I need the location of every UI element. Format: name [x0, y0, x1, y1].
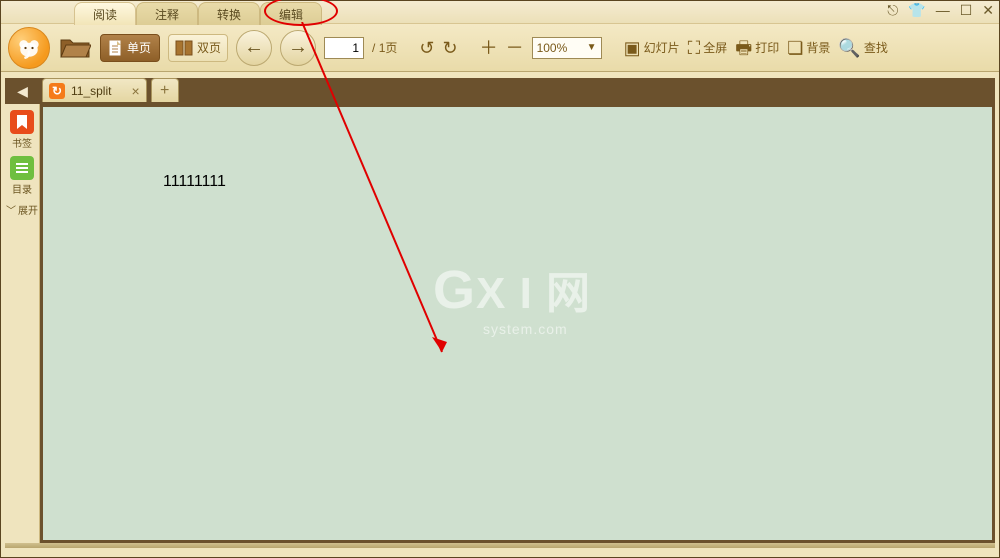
close-icon[interactable]: ✕ [982, 3, 994, 17]
arrow-right-icon: → [288, 36, 308, 59]
watermark: GX I 网 system.com [433, 257, 591, 337]
fullscreen-icon: ⛶ [688, 39, 701, 57]
minimize-icon[interactable]: — [936, 3, 950, 17]
sidebar-expand-label: 展开 [18, 202, 38, 217]
page-icon [109, 40, 123, 56]
file-tab-close-button[interactable]: × [131, 83, 139, 99]
minus-icon: － [506, 39, 524, 57]
prev-page-button[interactable]: ← [236, 30, 272, 66]
fullscreen-button[interactable]: ⛶ 全屏 [688, 39, 728, 57]
double-page-button[interactable]: 双页 [168, 34, 228, 62]
toolbar: 单页 双页 ← → / 1页 ↺ ↻ ＋ － 100% ▼ ▣ 幻灯片 ⛶ 全屏… [0, 24, 1000, 72]
sidebar-bookmark-label: 书签 [12, 135, 32, 150]
watermark-sub: system.com [483, 321, 591, 337]
folder-icon [59, 35, 91, 61]
search-icon: 🔍 [838, 39, 860, 57]
tab-read[interactable]: 阅读 [74, 2, 136, 25]
document-frame: 11111111 GX I 网 system.com [40, 104, 995, 543]
zoom-out-button[interactable]: － [506, 39, 524, 57]
maximize-icon[interactable]: ☐ [960, 3, 973, 17]
bookmark-icon [10, 110, 34, 134]
chevron-down-icon: ﹀ [6, 202, 16, 217]
file-tab-label: 11_split [71, 84, 111, 98]
document-text: 11111111 [163, 173, 226, 191]
shirt-icon[interactable]: 👕 [908, 3, 925, 17]
document-viewport[interactable]: 11111111 GX I 网 system.com [43, 107, 992, 540]
open-file-button[interactable] [58, 33, 92, 63]
print-icon: 🖶 [735, 39, 752, 57]
slideshow-label: 幻灯片 [644, 39, 680, 56]
tab-edit[interactable]: 编辑 [260, 2, 322, 25]
slideshow-icon: ▣ [624, 39, 641, 57]
sidebar: 书签 目录 ﹀ 展开 [5, 104, 40, 543]
window-controls: ⎋ 👕 — ☐ ✕ [887, 3, 994, 17]
add-tab-button[interactable]: + [151, 78, 179, 102]
print-label: 打印 [755, 39, 779, 56]
find-label: 查找 [864, 39, 888, 56]
single-page-button[interactable]: 单页 [100, 34, 160, 62]
file-tab[interactable]: ↻ 11_split × [42, 78, 147, 102]
redo-button[interactable]: ↻ [442, 39, 457, 57]
elephant-icon [15, 34, 43, 62]
background-label: 背景 [806, 39, 830, 56]
arrow-left-icon: ← [244, 36, 264, 59]
chevron-down-icon: ▼ [587, 42, 597, 53]
tab-annot[interactable]: 注释 [136, 2, 198, 25]
app-logo[interactable] [8, 27, 50, 69]
double-page-icon [175, 40, 193, 56]
page-total-label: / 1页 [372, 39, 397, 56]
background-icon: ❏ [787, 39, 803, 57]
file-tab-bar: ↻ 11_split × + [40, 78, 995, 104]
tab-convert[interactable]: 转换 [198, 2, 260, 25]
watermark-rest: X I 网 [476, 269, 591, 318]
zoom-in-button[interactable]: ＋ [480, 39, 498, 57]
undo-button[interactable]: ↺ [419, 39, 434, 57]
next-page-button[interactable]: → [280, 30, 316, 66]
find-button[interactable]: 🔍 查找 [838, 39, 887, 57]
page-number-input[interactable] [324, 37, 364, 59]
slideshow-button[interactable]: ▣ 幻灯片 [624, 39, 680, 57]
document-page: 11111111 GX I 网 system.com [43, 107, 992, 540]
undo-icon: ↺ [419, 39, 434, 57]
sidebar-item-bookmark[interactable]: 书签 [8, 110, 36, 150]
print-button[interactable]: 🖶 打印 [735, 39, 779, 57]
menu-bar: 阅读 注释 转换 编辑 ⎋ 👕 — ☐ ✕ [0, 0, 1000, 24]
redo-icon: ↻ [442, 39, 457, 57]
plus-icon: ＋ [480, 39, 498, 57]
main-tabs: 阅读 注释 转换 编辑 [74, 2, 322, 25]
zoom-select[interactable]: 100% ▼ [532, 37, 602, 59]
fullscreen-label: 全屏 [703, 39, 727, 56]
single-page-label: 单页 [127, 39, 151, 56]
zoom-value-label: 100% [537, 41, 568, 55]
watermark-prefix: G [433, 260, 476, 320]
toc-icon [10, 156, 34, 180]
skin-icon[interactable]: ⎋ [887, 3, 898, 17]
background-button[interactable]: ❏ 背景 [787, 39, 830, 57]
bottom-edge [5, 543, 995, 548]
double-page-label: 双页 [197, 39, 221, 56]
plus-icon: + [160, 82, 169, 100]
sidebar-item-toc[interactable]: 目录 [8, 156, 36, 196]
sidebar-toc-label: 目录 [12, 181, 32, 196]
sidebar-collapse-button[interactable]: ◀ [5, 78, 40, 104]
triangle-left-icon: ◀ [17, 83, 28, 100]
file-tab-badge-icon: ↻ [49, 83, 65, 99]
sidebar-expand-button[interactable]: ﹀ 展开 [6, 202, 38, 217]
